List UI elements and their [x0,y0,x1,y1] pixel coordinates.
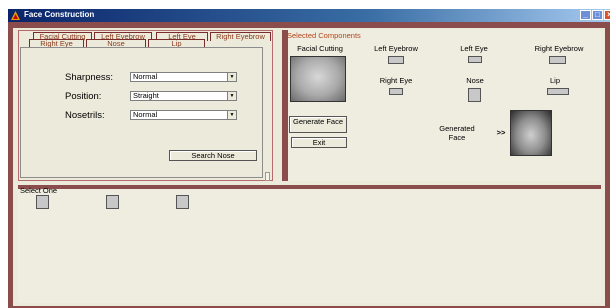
nose-label: Nose [466,76,484,85]
search-nose-button[interactable]: Search Nose [169,150,257,161]
generated-face-image [510,110,552,156]
app-icon [11,11,20,20]
tab-right-eyebrow[interactable]: Right Eyebrow [210,32,271,41]
select-one-title: Select One [20,186,58,195]
right-eyebrow-image [549,56,566,64]
nose-option-1[interactable] [36,195,49,209]
window-title: Face Construction [24,10,95,19]
nostrils-label: Nosetrils: [65,110,105,121]
generated-face-label: Generated Face [439,124,475,142]
chevron-down-icon[interactable]: ▼ [227,73,236,81]
facial-cutting-image [290,56,346,102]
chevron-down-icon[interactable]: ▼ [227,92,236,100]
generate-face-button[interactable]: Generate Face [289,116,347,133]
sharpness-value: Normal [133,72,158,81]
position-select[interactable]: Straight ▼ [130,91,237,101]
chevron-down-icon[interactable]: ▼ [227,111,236,119]
position-label: Position: [65,91,102,102]
lip-image [547,88,569,95]
lip-label: Lip [549,76,560,85]
right-eye-image [389,88,403,95]
left-eye-label: Left Eye [460,44,488,53]
nostrils-select[interactable]: Normal ▼ [130,110,237,120]
left-eyebrow-image [388,56,404,64]
sharpness-select[interactable]: Normal ▼ [130,72,237,82]
maximize-button[interactable]: □ [592,10,603,20]
right-eye-label: Right Eye [379,76,413,85]
minimize-button[interactable]: _ [580,10,591,20]
right-eyebrow-label: Right Eyebrow [534,44,584,53]
exit-button[interactable]: Exit [291,137,347,148]
nose-image [468,88,481,102]
nostrils-value: Normal [133,110,158,119]
facial-cutting-label: Facial Cutting [297,44,343,53]
left-eye-image [468,56,482,63]
scrollbar-handle[interactable] [265,172,270,181]
left-eyebrow-label: Left Eyebrow [374,44,418,53]
arrow-indicator: >> [496,128,506,137]
position-value: Straight [133,91,159,100]
close-button[interactable]: × [604,10,610,20]
title-bar: Face Construction _ □ × [8,9,610,22]
nose-option-2[interactable] [106,195,119,209]
sharpness-label: Sharpness: [65,72,114,83]
selected-components-title: Selected Components [287,31,361,40]
nose-option-3[interactable] [176,195,189,209]
